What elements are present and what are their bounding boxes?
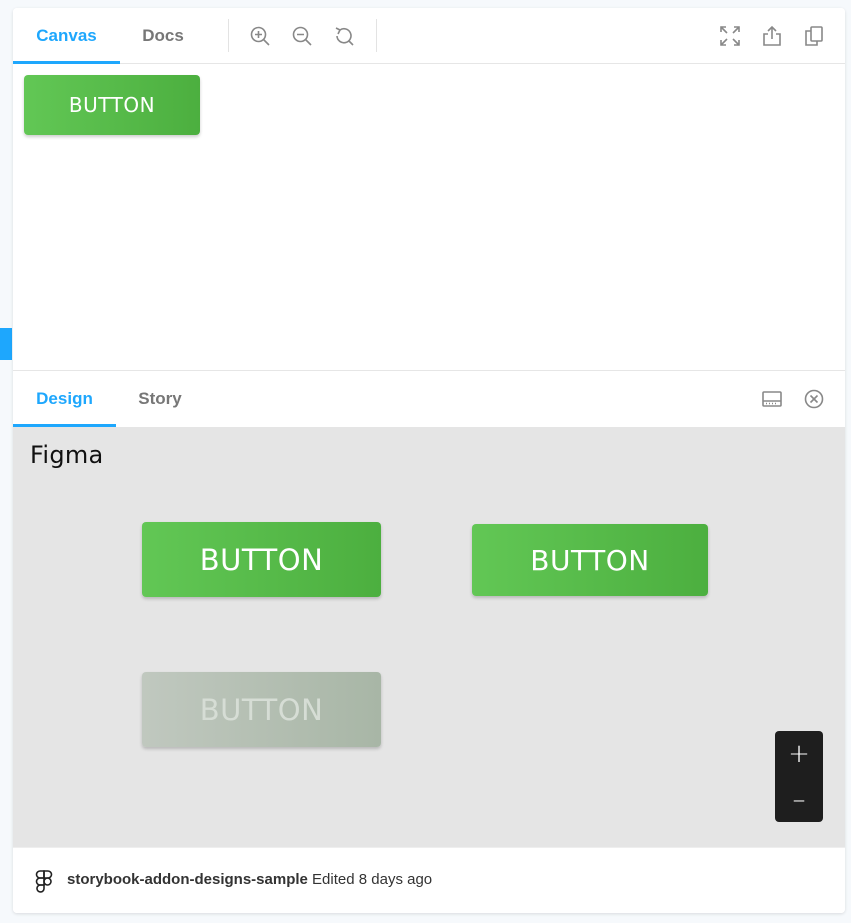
tab-canvas[interactable]: Canvas xyxy=(13,8,120,64)
figma-embed[interactable]: Figma BUTTON BUTTON BUTTON + – xyxy=(13,427,845,847)
zoom-in-icon[interactable] xyxy=(249,25,271,47)
toolbar-divider xyxy=(376,19,377,52)
share-icon[interactable] xyxy=(761,25,783,47)
copy-link-icon[interactable] xyxy=(803,25,825,47)
preview-toolbar: Canvas Docs xyxy=(13,8,845,64)
zoom-out-button[interactable]: – xyxy=(775,777,823,822)
figma-file-info: storybook-addon-designs-sample Edited 8 … xyxy=(67,848,432,913)
tab-design[interactable]: Design xyxy=(13,371,116,427)
zoom-out-icon[interactable] xyxy=(291,25,313,47)
figma-zoom-control: + – xyxy=(775,731,823,822)
figma-file-name[interactable]: storybook-addon-designs-sample xyxy=(67,871,308,888)
panel-layout-icon[interactable] xyxy=(761,388,783,410)
canvas-area: BUTTON xyxy=(13,64,845,370)
figma-edited-time: Edited 8 days ago xyxy=(312,871,433,888)
tab-docs[interactable]: Docs xyxy=(120,8,206,63)
addon-panel-tabs: Design Story xyxy=(13,370,845,427)
figma-button-disabled[interactable]: BUTTON xyxy=(142,672,381,747)
figma-button-default[interactable]: BUTTON xyxy=(142,522,381,597)
panel-resize-handle[interactable] xyxy=(0,328,12,360)
tab-story[interactable]: Story xyxy=(116,371,204,426)
figma-button-default[interactable]: BUTTON xyxy=(472,524,708,596)
fullscreen-icon[interactable] xyxy=(719,25,741,47)
storybook-preview-frame: Canvas Docs BUTTON Design Story Figma BU… xyxy=(13,8,845,913)
toolbar-divider xyxy=(228,19,229,52)
figma-logo-icon xyxy=(33,869,55,893)
reset-zoom-icon[interactable] xyxy=(333,25,355,47)
close-icon[interactable] xyxy=(803,388,825,410)
story-button[interactable]: BUTTON xyxy=(24,75,200,135)
figma-file-footer: storybook-addon-designs-sample Edited 8 … xyxy=(13,847,845,913)
zoom-in-button[interactable]: + xyxy=(775,731,823,776)
figma-wordmark: Figma xyxy=(30,441,104,469)
